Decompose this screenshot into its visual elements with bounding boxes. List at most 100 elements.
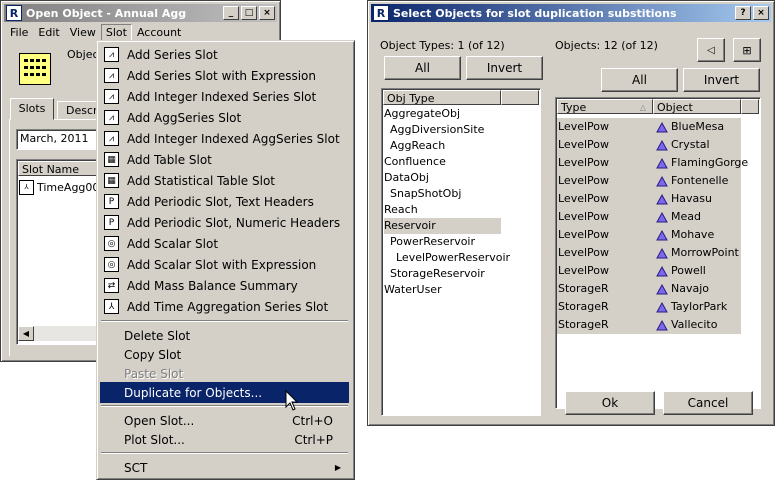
types-invert-button[interactable]: Invert [466,56,543,80]
menu-slot[interactable]: Slot [100,24,132,41]
menu-item-scalar-expression[interactable]: ◎ Add Scalar Slot with Expression [100,254,349,275]
open-object-title: Open Object - Annual Agg [26,6,187,20]
menu-account[interactable]: Account [132,24,186,41]
menu-item-integer-series[interactable]: ⩘ Add Integer Indexed Series Slot [100,86,349,107]
select-objects-dialog: R Select Objects for slot duplication su… [367,0,775,426]
type-tree-item[interactable]: PowerReservoir [390,234,475,250]
paste-slot-item[interactable]: Paste Slot [100,363,349,384]
object-column-header[interactable]: Object [653,99,741,114]
type-tree-item[interactable]: AggReach [390,138,445,154]
ok-button[interactable]: Ok [565,391,655,415]
object-row[interactable]: LevelPow Fontenelle [557,172,741,190]
object-type-cell: LevelPow [558,210,610,223]
objects-all-button[interactable]: All [601,68,678,92]
scroll-left-arrow-icon[interactable]: ◀ [18,326,34,341]
object-type-cell: LevelPow [558,264,610,277]
object-row[interactable]: LevelPow Mohave [557,226,741,244]
menu-item-integer-aggseries[interactable]: ⩘ Add Integer Indexed AggSeries Slot [100,128,349,149]
menu-item-label: Add Scalar Slot [127,236,219,251]
object-row[interactable]: LevelPow FlamingGorge [557,154,748,172]
minimize-icon[interactable]: _ [223,6,239,20]
menu-edit[interactable]: Edit [33,24,64,41]
menu-item-periodic-numeric[interactable]: P Add Periodic Slot, Numeric Headers [100,212,349,233]
object-row[interactable]: StorageR Vallecito [557,316,741,334]
object-type-tree[interactable]: Obj Type AggregateObj AggDiversionSite Agg… [381,88,541,416]
help-icon[interactable]: ? [735,6,751,20]
type-tree-item[interactable]: Confluence [384,154,446,170]
object-row[interactable]: LevelPow Crystal [557,136,741,154]
object-row[interactable]: LevelPow Powell [557,262,741,280]
object-name-cell: Mead [654,208,701,226]
menu-item-label: Add Periodic Slot, Numeric Headers [127,215,341,230]
series-slot-icon: ⩘ [104,47,119,62]
duplicate-for-objects-item[interactable]: Duplicate for Objects... [100,382,349,403]
type-tree-item[interactable]: LevelPowerReservoir [396,250,510,266]
type-tree-item[interactable]: DataObj [384,170,429,186]
object-row[interactable]: StorageR Navajo [557,280,741,298]
reservoir-icon [656,247,668,258]
cancel-button[interactable]: Cancel [663,391,753,415]
statistical-table-icon: ▦ [104,173,119,188]
tab-slots[interactable]: Slots [10,98,54,120]
object-row[interactable]: LevelPow MorrowPoint [557,244,741,262]
type-tree-item[interactable]: AggDiversionSite [390,122,484,138]
object-name-label: Fontenelle [671,174,729,187]
objects-invert-button[interactable]: Invert [683,68,760,92]
table-slot-icon: ▦ [104,152,119,167]
integer-series-icon: ⩘ [104,89,119,104]
reservoir-icon [656,319,668,330]
scalar-slot-icon: ◎ [104,236,119,251]
object-row[interactable]: LevelPow Mead [557,208,741,226]
menu-item-series-slot[interactable]: ⩘ Add Series Slot [100,44,349,65]
type-tree-item[interactable]: Reservoir [384,218,501,234]
menu-item-periodic-text[interactable]: P Add Periodic Slot, Text Headers [100,191,349,212]
integer-aggseries-icon: ⩘ [104,131,119,146]
objects-table[interactable]: Type △ Object LevelPow BlueMesa LevelPow Cr… [555,97,761,409]
dock-window-button[interactable]: ⊞ [733,38,761,62]
open-object-titlebar[interactable]: R Open Object - Annual Agg _ □ × [4,4,277,22]
slot-row[interactable]: ⅄ TimeAgg000 [19,179,106,195]
plot-slot-item[interactable]: Plot Slot... Ctrl+P [100,429,349,450]
type-tree-item[interactable]: StorageReservoir [390,266,485,282]
sct-submenu-item[interactable]: SCT ▶ [100,457,349,478]
menu-item-scalar-slot[interactable]: ◎ Add Scalar Slot [100,233,349,254]
type-tree-item[interactable]: SnapShotObj [390,186,461,202]
delete-slot-item[interactable]: Delete Slot [100,325,349,346]
menu-view[interactable]: View [65,24,101,41]
types-all-button[interactable]: All [384,56,461,80]
menu-item-aggseries[interactable]: ⩘ Add AggSeries Slot [100,107,349,128]
reservoir-icon [656,283,668,294]
slot-name-header[interactable]: Slot Name [18,161,108,176]
type-tree-item[interactable]: WaterUser [384,282,442,298]
object-name-cell: Vallecito [654,316,717,334]
menu-item-time-aggregation[interactable]: ⅄ Add Time Aggregation Series Slot [100,296,349,317]
menu-item-label: Add Series Slot [127,47,218,62]
object-name-label: Mead [671,210,701,223]
close-icon[interactable]: × [753,6,769,20]
object-row[interactable]: StorageR TaylorPark [557,298,741,316]
slot-list[interactable]: Slot Name ⅄ TimeAgg000 ◀ [16,159,110,345]
object-name-cell: Powell [654,262,706,280]
object-row[interactable]: LevelPow Havasu [557,190,741,208]
obj-type-header[interactable]: Obj Type [383,90,501,105]
menu-item-series-expression[interactable]: ⩘ Add Series Slot with Expression [100,65,349,86]
menu-file[interactable]: File [5,24,33,41]
type-tree-item[interactable]: AggregateObj [384,106,460,122]
menubar: File Edit View Slot Account [5,24,186,41]
menu-item-statistical-table[interactable]: ▦ Add Statistical Table Slot [100,170,349,191]
close-icon[interactable]: × [259,6,275,20]
date-field[interactable]: March, 2011 [16,129,103,150]
object-name-cell: TaylorPark [654,298,727,316]
time-aggregation-icon: ⅄ [104,299,119,314]
menu-item-table-slot[interactable]: ▦ Add Table Slot [100,149,349,170]
menu-item-mass-balance[interactable]: ⇄ Add Mass Balance Summary [100,275,349,296]
object-row[interactable]: LevelPow BlueMesa [557,118,741,136]
object-name-label: Vallecito [671,318,718,331]
maximize-icon[interactable]: □ [241,6,257,20]
type-tree-item[interactable]: Reach [384,202,418,218]
open-slot-item[interactable]: Open Slot... Ctrl+O [100,410,349,431]
copy-slot-item[interactable]: Copy Slot [100,344,349,365]
select-dialog-titlebar[interactable]: R Select Objects for slot duplication su… [371,4,771,22]
collapse-panel-button[interactable]: ◁ [697,38,725,62]
type-column-header[interactable]: Type △ [557,99,653,114]
